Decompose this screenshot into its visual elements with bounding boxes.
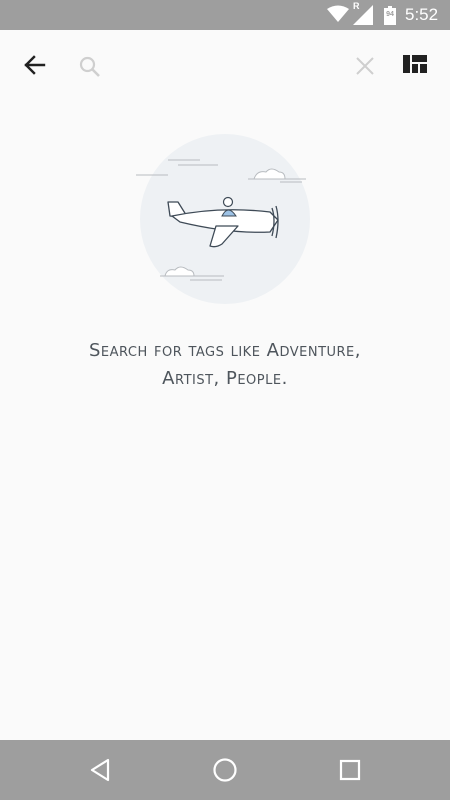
status-bar: R 94 5:52 (0, 0, 450, 30)
empty-state-line-1: Search for tags like Adventure, (89, 340, 361, 361)
nav-recents-icon[interactable] (338, 758, 362, 782)
system-nav-bar (0, 740, 450, 800)
search-input[interactable] (110, 50, 344, 84)
grid-layout-icon[interactable] (403, 55, 427, 75)
status-time: 5:52 (405, 5, 439, 24)
wifi-icon (327, 5, 349, 22)
nav-home-icon[interactable] (212, 757, 238, 783)
battery-level: 94 (386, 11, 394, 18)
search-icon (79, 56, 100, 77)
empty-state-message: Search for tags like Adventure, Artist, … (20, 337, 430, 393)
nav-back-icon[interactable] (88, 757, 112, 783)
empty-state-line-2: Artist, People. (162, 368, 288, 389)
cellular-signal-icon (353, 5, 373, 25)
airplane-illustration (136, 134, 310, 304)
close-icon[interactable] (354, 55, 376, 77)
arrow-left-icon[interactable] (22, 52, 48, 78)
search-toolbar (0, 30, 450, 102)
